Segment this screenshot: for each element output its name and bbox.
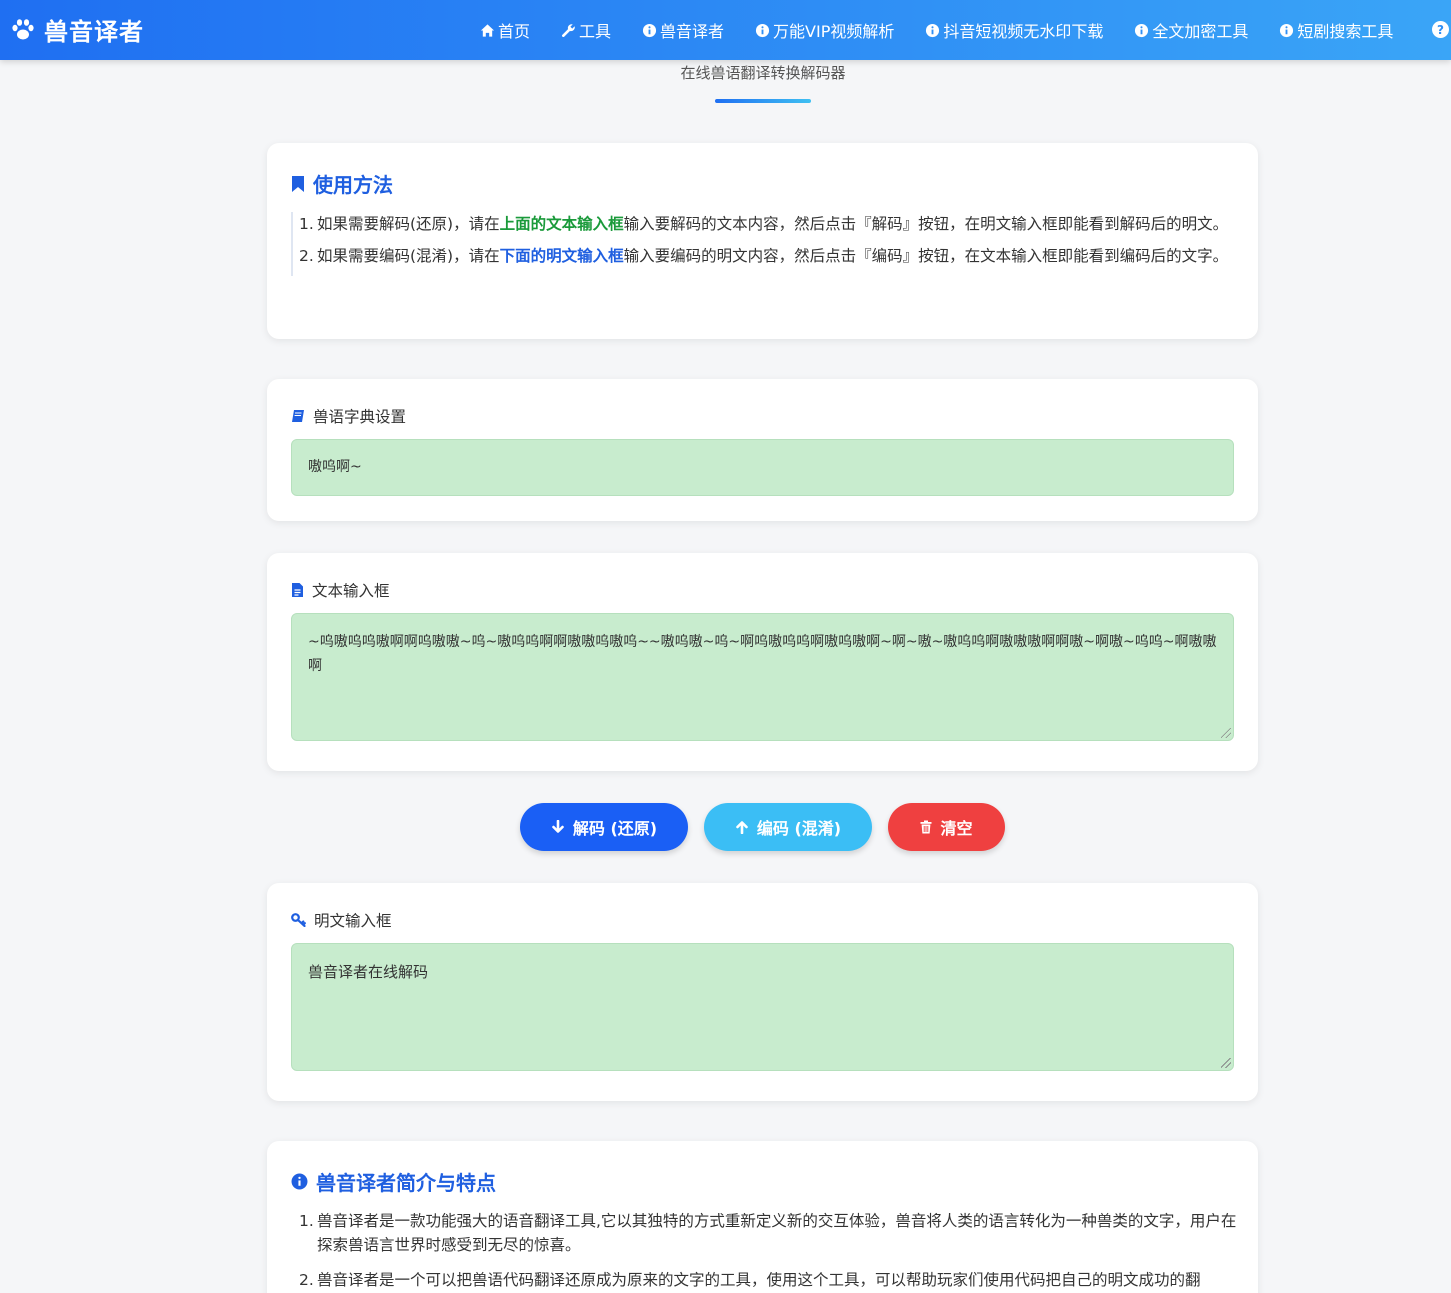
info-icon	[1280, 23, 1294, 37]
list-item: 1. 兽音译者是一款功能强大的语音翻译工具,它以其独特的方式重新定义新的交互体验…	[299, 1209, 1239, 1257]
encode-button[interactable]: 编码 (混淆)	[704, 803, 872, 851]
nav-link-tools[interactable]: 工具	[561, 18, 611, 42]
encode-button-label: 编码 (混淆)	[756, 819, 842, 838]
brand[interactable]: 兽音译者	[10, 12, 144, 47]
info-icon	[642, 23, 657, 37]
arrow-up-icon	[736, 821, 748, 834]
list-text: 兽音译者是一个可以把兽语代码翻译还原成为原来的文字的工具，使用这个工具，可以帮助…	[317, 1271, 1201, 1289]
brand-name: 兽音译者	[44, 18, 144, 46]
info-icon	[926, 23, 940, 37]
home-icon	[480, 23, 495, 37]
list-item: 2. 兽音译者是一个可以把兽语代码翻译还原成为原来的文字的工具，使用这个工具，可…	[299, 1268, 1239, 1292]
plain-input-value: 兽音译者在线解码	[308, 963, 429, 981]
usage-card: 使用方法 1. 如果需要解码(还原)，请在上面的文本输入框输入要解码的文本内容，…	[267, 143, 1258, 339]
nav-link-encrypt[interactable]: 全文加密工具	[1134, 18, 1248, 42]
nav-links: 首页 工具 兽音译者 万能VIP视频解析 抖音短视频无水印下载 全文加密工具 短…	[480, 0, 1424, 60]
usage-list: 1. 如果需要解码(还原)，请在上面的文本输入框输入要解码的文本内容，然后点击『…	[291, 212, 1231, 276]
intro-card: 兽音译者简介与特点 1. 兽音译者是一款功能强大的语音翻译工具,它以其独特的方式…	[267, 1141, 1258, 1293]
list-number: 2.	[299, 247, 314, 265]
nav-link-home[interactable]: 首页	[480, 18, 530, 42]
text-input-label: 文本输入框	[291, 579, 390, 601]
highlight-text: 下面的明文输入框	[499, 247, 624, 265]
arrow-down-icon	[552, 820, 564, 833]
nav-link-label: 工具	[579, 22, 612, 41]
decode-button-label: 解码 (还原)	[572, 819, 658, 838]
dict-card: 兽语字典设置 嗷呜啊~	[267, 379, 1258, 521]
info-icon	[291, 1173, 308, 1190]
dict-label: 兽语字典设置	[291, 405, 406, 427]
plain-input-label-text: 明文输入框	[314, 912, 392, 930]
key-icon	[291, 913, 306, 927]
list-text: 兽音译者是一款功能强大的语音翻译工具,它以其独特的方式重新定义新的交互体验，兽音…	[317, 1212, 1237, 1254]
page-subtitle: 在线兽语翻译转换解码器	[680, 64, 846, 82]
bookmark-icon	[292, 175, 304, 192]
trash-icon	[920, 820, 932, 834]
paw-icon	[12, 18, 34, 39]
list-item: 1. 如果需要解码(还原)，请在上面的文本输入框输入要解码的文本内容，然后点击『…	[299, 212, 1231, 236]
list-text: 如果需要解码(还原)，请在	[317, 215, 500, 233]
list-number: 1.	[299, 1212, 314, 1230]
text-input-area[interactable]: ~呜嗷呜呜嗷啊啊呜嗷嗷~呜~嗷呜呜啊啊嗷嗷呜嗷呜~~嗷呜嗷~呜~啊呜嗷呜呜啊嗷呜…	[291, 613, 1234, 741]
dict-input[interactable]: 嗷呜啊~	[291, 439, 1234, 496]
navbar: 兽音译者 首页 工具 兽音译者 万能VIP视频解析 抖音短视频无水印下载 全文加…	[0, 0, 1451, 60]
nav-link-douyin-download[interactable]: 抖音短视频无水印下载	[925, 18, 1103, 42]
intro-title: 兽音译者简介与特点	[291, 1167, 496, 1196]
list-text: 输入要编码的明文内容，然后点击『编码』按钮，在文本输入框即能看到编码后的文字。	[623, 247, 1229, 265]
plain-input-card: 明文输入框 兽音译者在线解码	[267, 883, 1258, 1101]
wrench-icon	[562, 23, 575, 37]
document-icon	[292, 583, 303, 597]
text-input-label-text: 文本输入框	[312, 582, 390, 600]
help-icon[interactable]: ?	[1432, 21, 1449, 38]
nav-link-beast-translator[interactable]: 兽音译者	[642, 18, 724, 42]
book-icon	[292, 410, 304, 422]
info-icon	[755, 23, 770, 37]
list-number: 2.	[299, 1271, 314, 1289]
info-icon	[1135, 23, 1149, 37]
usage-title-text: 使用方法	[313, 173, 393, 197]
plain-input-label: 明文输入框	[291, 909, 392, 931]
plain-input-area[interactable]: 兽音译者在线解码	[291, 943, 1234, 1071]
nav-link-label: 兽音译者	[660, 22, 725, 41]
highlight-text: 上面的文本输入框	[499, 215, 624, 233]
intro-list: 1. 兽音译者是一款功能强大的语音翻译工具,它以其独特的方式重新定义新的交互体验…	[291, 1209, 1239, 1293]
text-input-card: 文本输入框 ~呜嗷呜呜嗷啊啊呜嗷嗷~呜~嗷呜呜啊啊嗷嗷呜嗷呜~~嗷呜嗷~呜~啊呜…	[267, 553, 1258, 771]
list-item: 2. 如果需要编码(混淆)，请在下面的明文输入框输入要编码的明文内容，然后点击『…	[299, 244, 1231, 268]
list-text: 输入要解码的文本内容，然后点击『解码』按钮，在明文输入框即能看到解码后的明文。	[623, 215, 1229, 233]
nav-link-label: 万能VIP视频解析	[773, 22, 895, 41]
clear-button-label: 清空	[940, 819, 973, 838]
clear-button[interactable]: 清空	[888, 803, 1005, 851]
nav-link-label: 首页	[498, 22, 531, 41]
resize-handle[interactable]	[1221, 728, 1231, 738]
subtitle-underline	[715, 99, 811, 103]
resize-handle[interactable]	[1221, 1058, 1231, 1068]
dict-label-text: 兽语字典设置	[313, 408, 407, 426]
nav-link-label: 抖音短视频无水印下载	[943, 22, 1104, 41]
usage-title: 使用方法	[291, 169, 393, 198]
nav-link-vip-video[interactable]: 万能VIP视频解析	[755, 18, 894, 42]
decode-button[interactable]: 解码 (还原)	[520, 803, 688, 851]
intro-title-text: 兽音译者简介与特点	[316, 1171, 496, 1195]
text-input-value: ~呜嗷呜呜嗷啊啊呜嗷嗷~呜~嗷呜呜啊啊嗷嗷呜嗷呜~~嗷呜嗷~呜~啊呜嗷呜呜啊嗷呜…	[308, 634, 1217, 674]
nav-link-label: 全文加密工具	[1152, 22, 1249, 41]
list-text: 如果需要编码(混淆)，请在	[317, 247, 500, 265]
nav-link-drama-search[interactable]: 短剧搜索工具	[1279, 18, 1393, 42]
nav-link-label: 短剧搜索工具	[1297, 22, 1394, 41]
list-number: 1.	[299, 215, 314, 233]
